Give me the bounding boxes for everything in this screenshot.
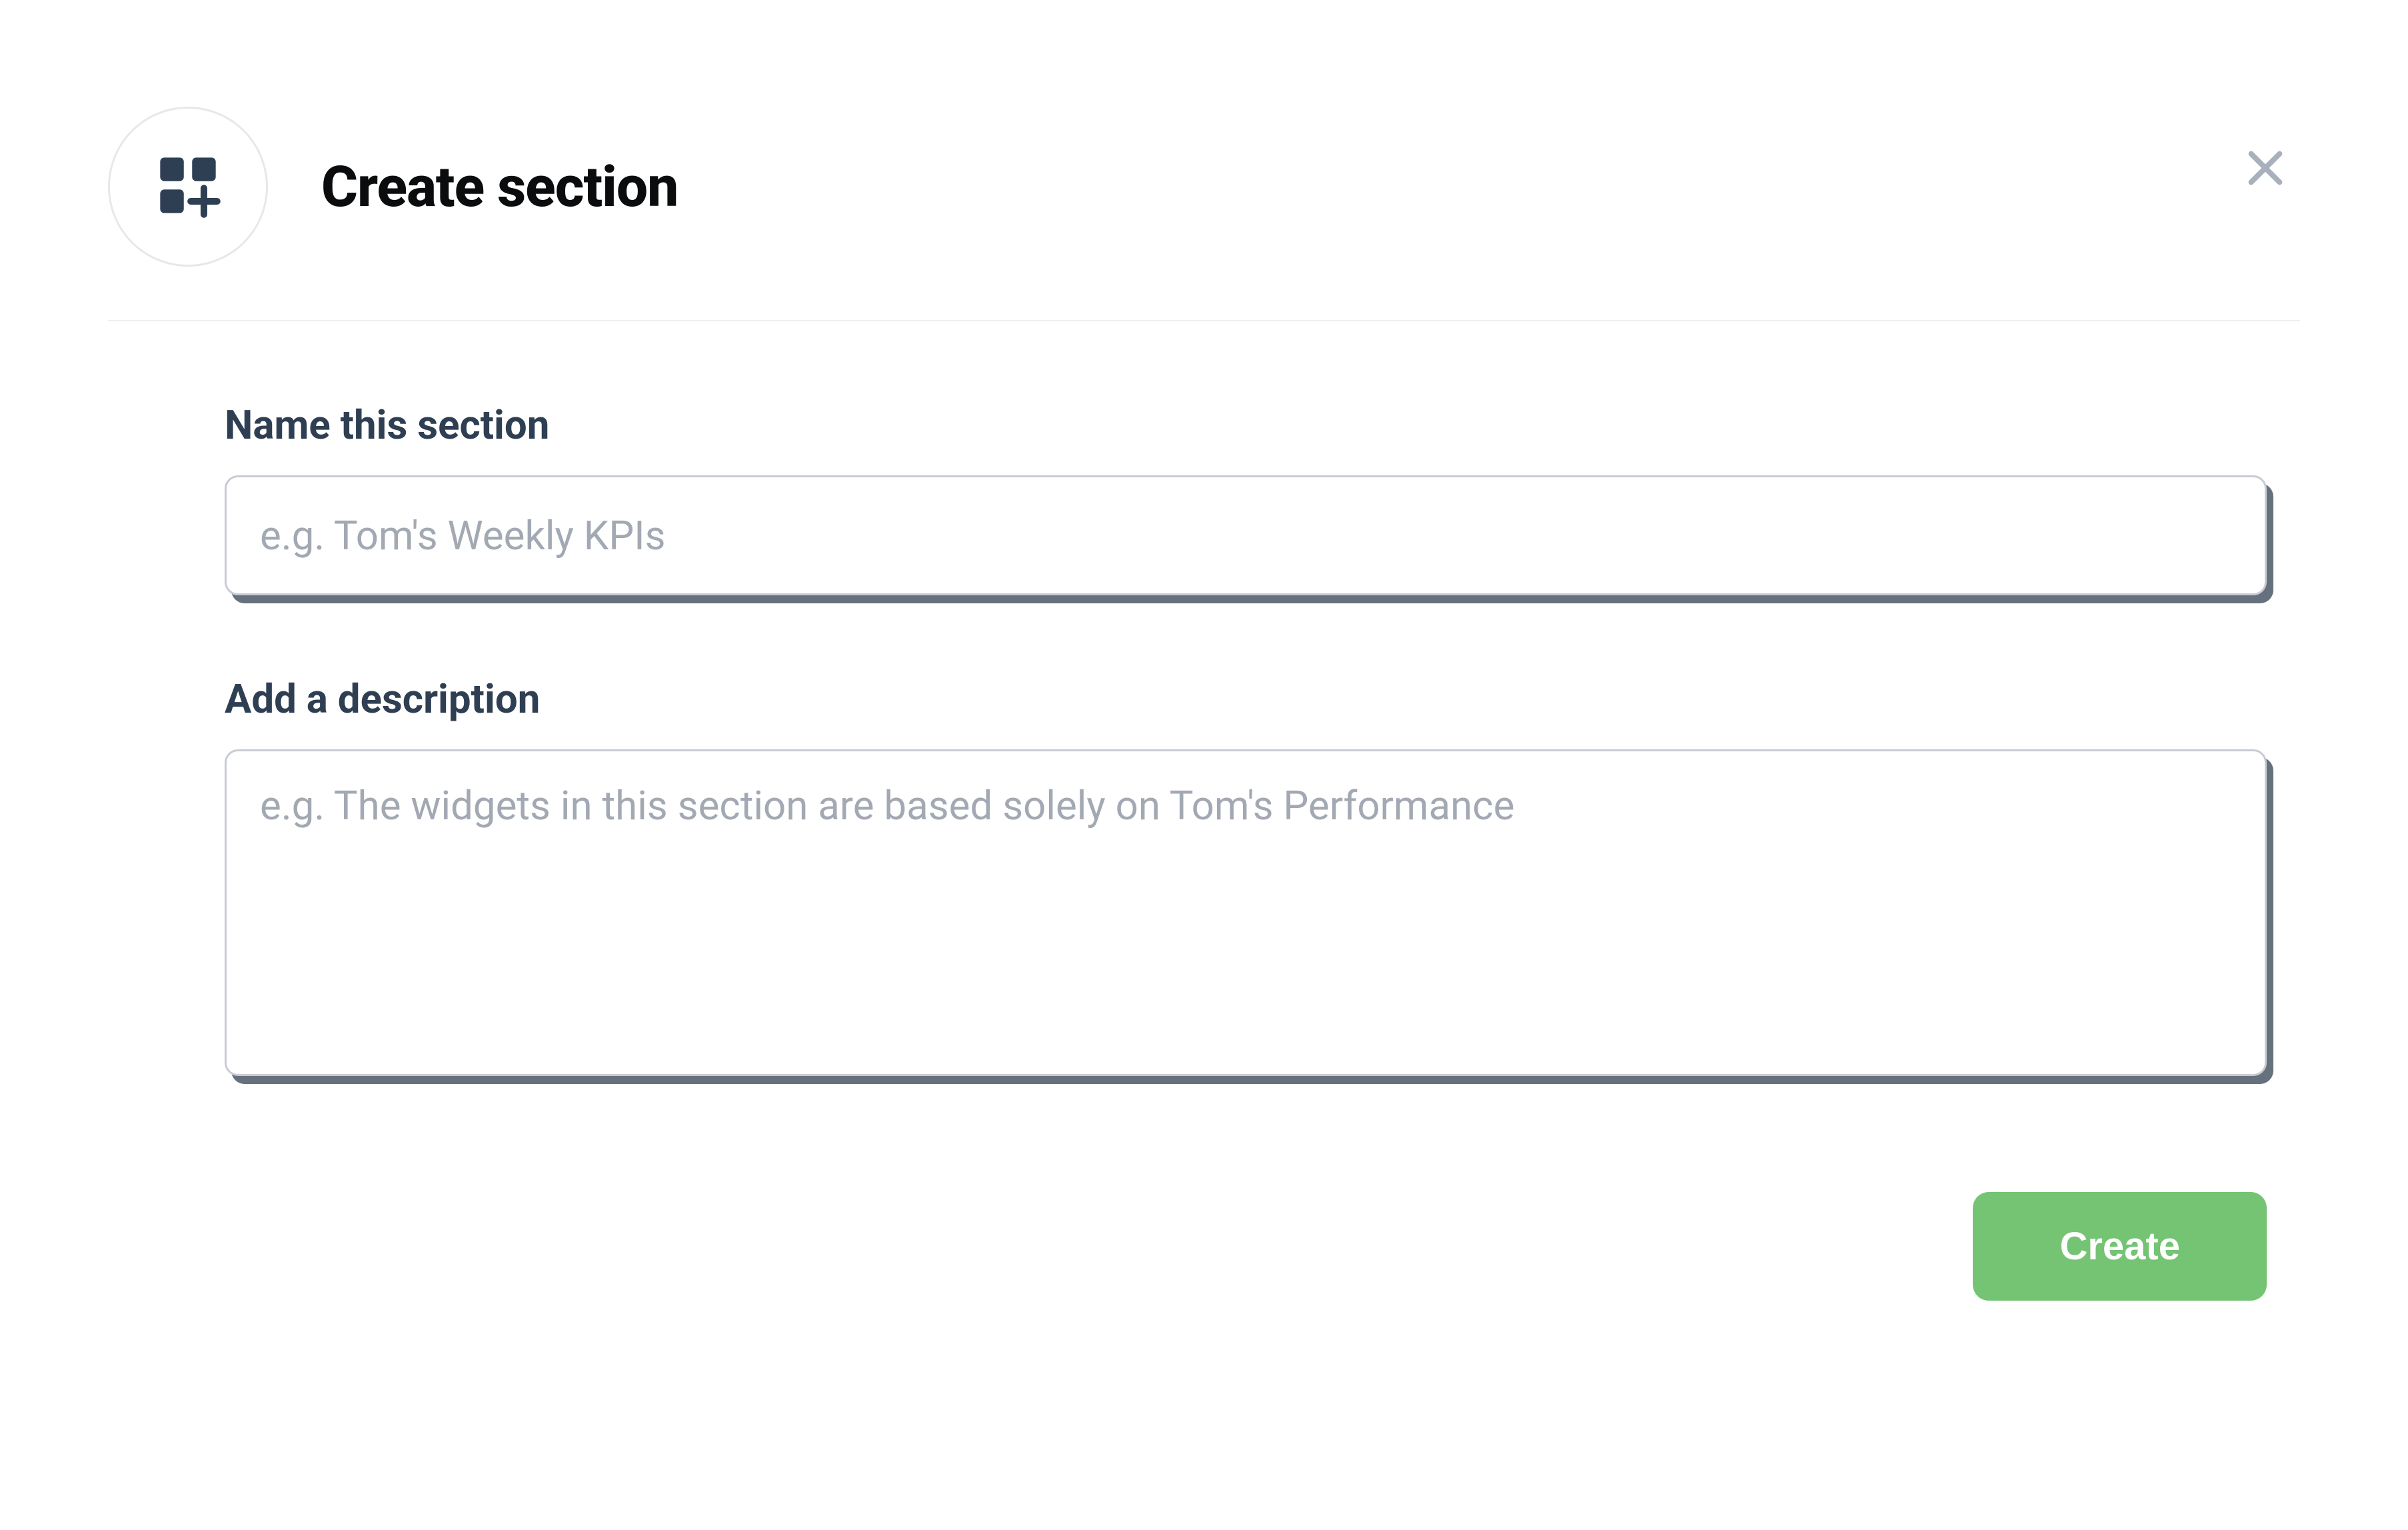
description-field-group: Add a description: [225, 675, 2267, 1079]
add-section-icon: [155, 152, 221, 221]
section-description-input[interactable]: [225, 749, 2267, 1076]
dialog-header: Create section: [108, 107, 2300, 321]
section-icon-circle: [108, 107, 268, 267]
close-button[interactable]: [2231, 133, 2300, 203]
create-button[interactable]: Create: [1973, 1192, 2267, 1301]
close-icon: [2244, 147, 2287, 189]
create-section-dialog: Create section Name this section Add a d…: [108, 107, 2300, 1301]
dialog-title: Create section: [321, 154, 678, 220]
dialog-body: Name this section Add a description Crea…: [108, 321, 2300, 1301]
name-label: Name this section: [225, 401, 2267, 449]
name-field-group: Name this section: [225, 401, 2267, 595]
dialog-footer: Create: [225, 1159, 2267, 1301]
description-label: Add a description: [225, 675, 2267, 723]
section-name-input[interactable]: [225, 475, 2267, 595]
